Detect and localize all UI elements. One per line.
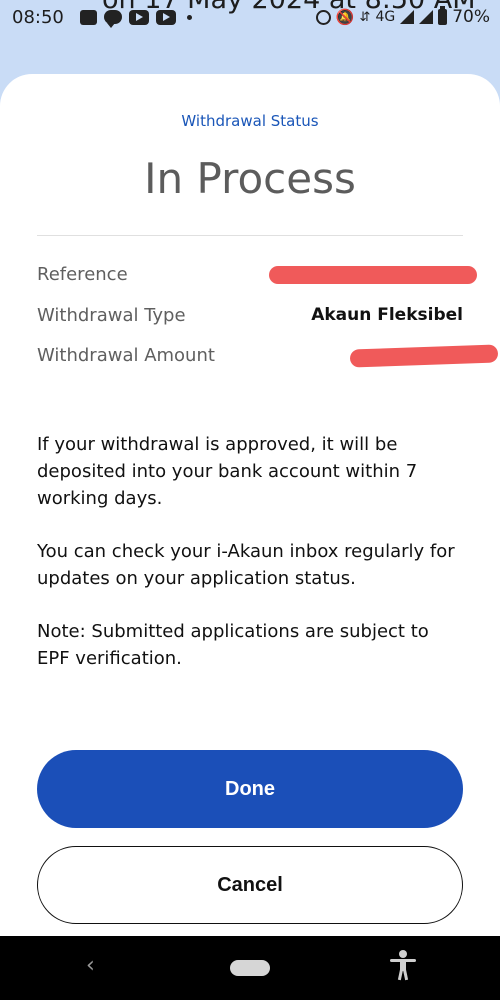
- reference-label: Reference: [37, 264, 128, 285]
- info-paragraph: You can check your i-Akaun inbox regular…: [37, 541, 455, 589]
- home-pill-icon[interactable]: [230, 960, 270, 976]
- redaction-mark: [349, 344, 499, 368]
- accessibility-icon[interactable]: [390, 950, 416, 981]
- divider: [37, 235, 463, 236]
- network-type: 4G: [375, 9, 396, 25]
- dot-icon: [187, 14, 192, 20]
- signal-icon: [419, 10, 434, 24]
- detail-row-reference: Reference: [37, 264, 477, 292]
- system-icons: 🔕 ⇵ 4G 70%: [315, 6, 490, 27]
- battery-level: 70%: [452, 7, 490, 27]
- withdrawal-type-value: Akaun Fleksibel: [311, 305, 463, 325]
- signal-icon: [400, 10, 415, 24]
- detail-row-amount: Withdrawal Amount: [37, 344, 499, 373]
- alarm-icon: [315, 9, 331, 25]
- redaction-mark: [269, 266, 477, 284]
- withdrawal-amount-label: Withdrawal Amount: [37, 345, 215, 366]
- back-icon[interactable]: ‹: [86, 953, 95, 978]
- image-icon: [80, 9, 97, 25]
- status-bar: 08:50 on 17 May 2024 at 8:50 AM 🔕 ⇵ 4G 7…: [0, 0, 500, 36]
- withdrawal-status-sheet: Withdrawal Status In Process Reference W…: [0, 74, 500, 936]
- withdrawal-type-label: Withdrawal Type: [37, 305, 186, 326]
- cancel-button[interactable]: Cancel: [37, 846, 463, 924]
- done-button[interactable]: Done: [37, 750, 463, 828]
- battery-icon: [438, 6, 448, 25]
- system-nav-bar: ‹: [0, 936, 500, 1000]
- mute-icon: 🔕: [335, 8, 355, 26]
- detail-row-type: Withdrawal Type Akaun Fleksibel: [37, 305, 463, 333]
- status-title: In Process: [144, 154, 356, 203]
- sheet-header-label: Withdrawal Status: [181, 112, 319, 130]
- clock: 08:50: [12, 7, 64, 28]
- data-icon: ⇵: [359, 9, 371, 25]
- info-paragraph: Note: Submitted applications are subject…: [37, 621, 429, 669]
- info-paragraph: If your withdrawal is approved, it will …: [37, 434, 418, 509]
